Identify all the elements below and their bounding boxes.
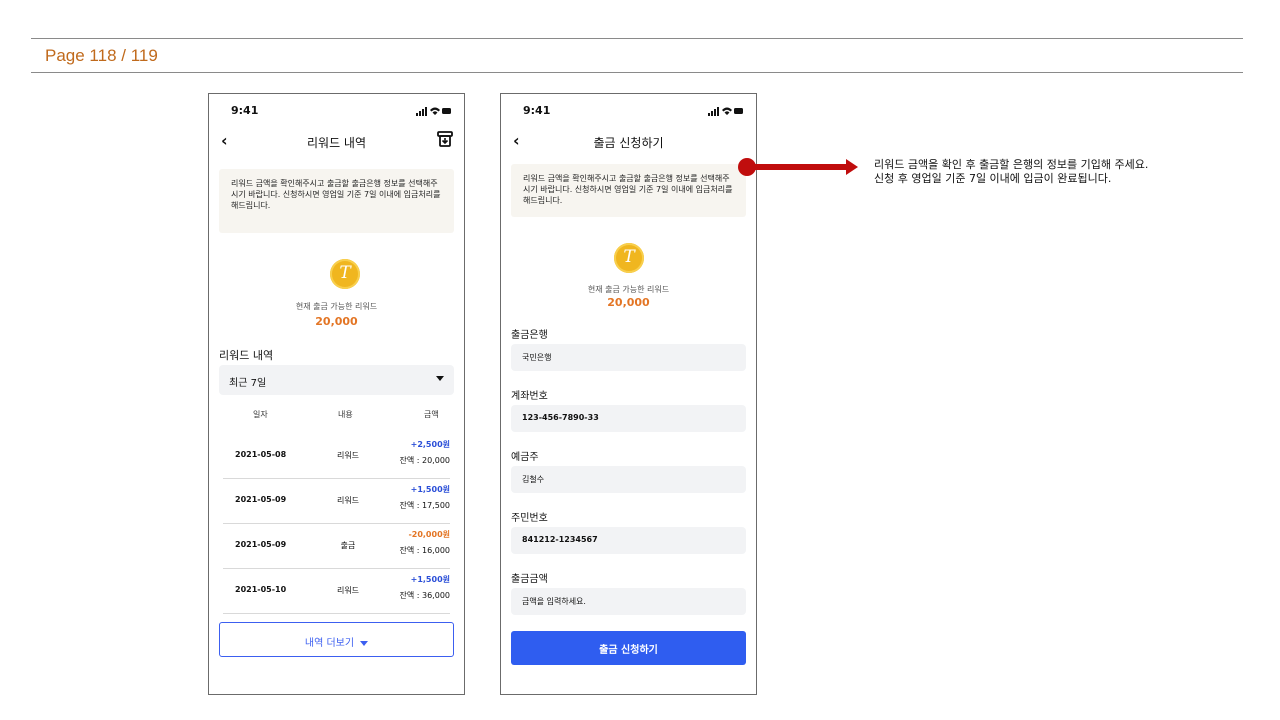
account-holder-field[interactable]: 김철수 — [511, 466, 746, 493]
status-time: 9:41 — [523, 104, 551, 117]
reward-coin-icon: T — [614, 243, 644, 273]
screen-header: ‹ 리워드 내역 — [209, 130, 464, 154]
submit-withdraw-button[interactable]: 출금 신청하기 — [511, 631, 746, 665]
available-amount: 20,000 — [607, 296, 650, 309]
screen-title: 리워드 내역 — [306, 136, 366, 150]
status-time: 9:41 — [231, 104, 259, 117]
period-select-value: 최근 7일 — [229, 378, 267, 389]
status-icons — [708, 107, 743, 116]
withdraw-icon[interactable] — [436, 130, 454, 148]
row-type: 리워드 — [336, 586, 360, 595]
annotation-arrow-head — [846, 159, 858, 175]
bank-field[interactable]: 국민은행 — [511, 344, 746, 371]
row-balance: 잔액 : 16,000 — [399, 546, 451, 555]
bank-value: 국민은행 — [522, 353, 552, 362]
reward-table: 2021-05-08 리워드 +2,500원 잔액 : 20,000 2021-… — [223, 434, 450, 614]
submit-withdraw-label: 출금 신청하기 — [599, 645, 658, 656]
row-type: 리워드 — [336, 496, 360, 505]
table-row: 2021-05-10 리워드 +1,500원 잔액 : 36,000 — [223, 569, 450, 614]
screen-header: ‹ 출금 신청하기 — [501, 130, 756, 154]
withdraw-amount-value: 금액을 입력하세요. — [522, 597, 586, 606]
status-bar: 9:41 — [209, 104, 464, 120]
available-amount: 20,000 — [315, 315, 358, 328]
more-history-button[interactable]: 내역 더보기 — [219, 622, 454, 657]
reward-coin-icon: T — [330, 259, 360, 289]
account-number-value: 123-456-7890-33 — [522, 413, 599, 422]
row-type: 리워드 — [336, 451, 360, 460]
withdraw-request-screen: 9:41 ‹ 출금 신청하기 리워드 금액을 확인해주시고 출금할 출금은행 정… — [500, 93, 757, 695]
resident-number-field[interactable]: 841212-1234567 — [511, 527, 746, 554]
chevron-down-icon — [436, 376, 444, 381]
withdraw-amount-field[interactable]: 금액을 입력하세요. — [511, 588, 746, 615]
table-row: 2021-05-08 리워드 +2,500원 잔액 : 20,000 — [223, 434, 450, 479]
column-header-type: 내용 — [338, 410, 353, 419]
more-history-label: 내역 더보기 — [304, 638, 355, 649]
withdraw-amount-label: 출금금액 — [511, 574, 548, 585]
notice-box: 리워드 금액을 확인해주시고 출금할 출금은행 정보를 선택해주시기 바랍니다.… — [511, 164, 746, 217]
header-divider — [31, 72, 1243, 73]
chevron-down-icon — [360, 640, 369, 646]
page-number: Page 118 / 119 — [45, 46, 158, 65]
table-header: 일자 내용 금액 — [209, 409, 464, 423]
status-icons — [416, 107, 451, 116]
row-delta: +1,500원 — [410, 485, 450, 494]
reward-history-screen: 9:41 ‹ 리워드 내역 리워드 금액을 확인해주시고 출금할 출금은행 정보… — [208, 93, 465, 695]
row-delta: +2,500원 — [410, 440, 450, 449]
row-type: 출금 — [340, 541, 356, 550]
annotation-line-2: 신청 후 영업일 기준 7일 이내에 입금이 완료됩니다. — [874, 172, 1112, 185]
notice-box: 리워드 금액을 확인해주시고 출금할 출금은행 정보를 선택해주시기 바랍니다.… — [219, 169, 454, 233]
table-row: 2021-05-09 출금 -20,000원 잔액 : 16,000 — [223, 524, 450, 569]
column-header-amount: 금액 — [424, 410, 439, 419]
account-holder-label: 예금주 — [511, 452, 539, 463]
account-number-field[interactable]: 123-456-7890-33 — [511, 405, 746, 432]
account-number-label: 계좌번호 — [511, 391, 548, 402]
row-delta: +1,500원 — [410, 575, 450, 584]
screen-title: 출금 신청하기 — [593, 136, 664, 150]
available-label: 현재 출금 가능한 리워드 — [587, 285, 670, 294]
top-divider — [31, 38, 1243, 39]
table-row: 2021-05-09 리워드 +1,500원 잔액 : 17,500 — [223, 479, 450, 524]
row-delta: -20,000원 — [408, 530, 450, 539]
period-select[interactable]: 최근 7일 — [219, 365, 454, 395]
row-date: 2021-05-09 — [235, 540, 287, 549]
status-bar: 9:41 — [501, 104, 756, 120]
row-balance: 잔액 : 17,500 — [399, 501, 451, 510]
bank-label: 출금은행 — [511, 330, 548, 341]
row-balance: 잔액 : 36,000 — [399, 591, 451, 600]
resident-number-value: 841212-1234567 — [522, 535, 598, 544]
resident-number-label: 주민번호 — [511, 513, 548, 524]
annotation-arrow — [752, 164, 846, 170]
account-holder-value: 김철수 — [522, 475, 545, 484]
row-balance: 잔액 : 20,000 — [399, 456, 451, 465]
available-label: 현재 출금 가능한 리워드 — [295, 302, 378, 311]
row-date: 2021-05-10 — [235, 585, 287, 594]
row-date: 2021-05-08 — [235, 450, 287, 459]
row-date: 2021-05-09 — [235, 495, 287, 504]
section-title: 리워드 내역 — [219, 349, 274, 362]
column-header-date: 일자 — [253, 410, 268, 419]
annotation-text: 리워드 금액을 확인 후 출금할 은행의 정보를 기입해 주세요. 신청 후 영… — [874, 158, 1148, 186]
annotation-line-1: 리워드 금액을 확인 후 출금할 은행의 정보를 기입해 주세요. — [874, 158, 1149, 171]
